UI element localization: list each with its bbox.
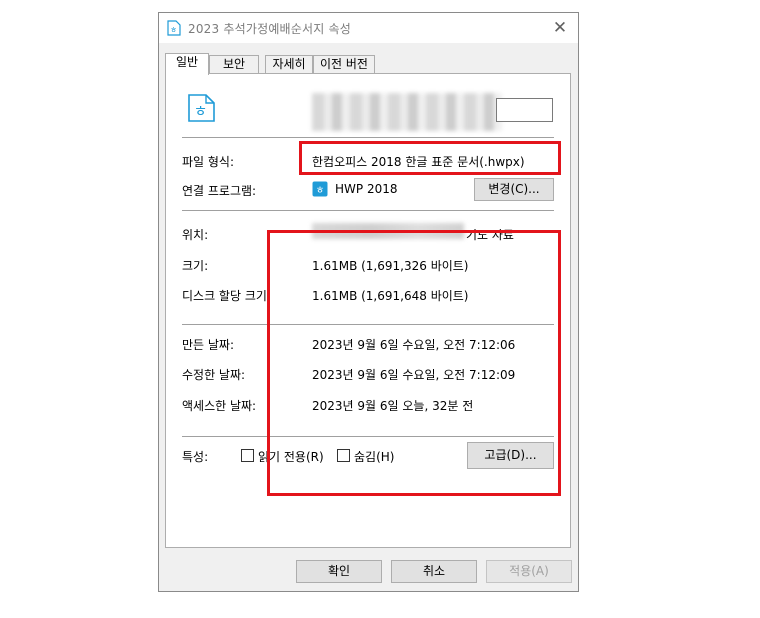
modified-label: 수정한 날짜: — [182, 368, 246, 382]
svg-text:ㅎ: ㅎ — [170, 26, 177, 35]
created-label: 만든 날짜: — [182, 338, 235, 352]
ok-button[interactable]: 확인 — [296, 560, 382, 583]
hwp-app-icon: ㅎ — [312, 181, 328, 197]
opens-with-label: 연결 프로그램: — [182, 184, 257, 198]
attributes-label: 특성: — [182, 450, 209, 464]
readonly-checkbox[interactable] — [241, 449, 254, 462]
disk-size-value: 1.61MB (1,691,648 바이트) — [312, 289, 469, 303]
file-name-redacted — [312, 93, 502, 131]
tab-general[interactable]: 일반 — [165, 53, 209, 75]
location-path-redacted — [312, 223, 464, 239]
accessed-value: 2023년 9월 6일 오늘, 32분 전 — [312, 399, 474, 413]
tab-security[interactable]: 보안 — [209, 55, 259, 74]
size-value: 1.61MB (1,691,326 바이트) — [312, 259, 469, 273]
cancel-button[interactable]: 취소 — [391, 560, 477, 583]
general-panel: ㅎ 파일 형식: 한컴오피스 2018 한글 표준 문서(.hwpx) 연결 프… — [165, 73, 571, 548]
size-label: 크기: — [182, 259, 209, 273]
apply-button[interactable]: 적용(A) — [486, 560, 572, 583]
tab-previous-versions[interactable]: 이전 버전 — [313, 55, 375, 74]
created-value: 2023년 9월 6일 수요일, 오전 7:12:06 — [312, 338, 516, 352]
hwp-file-icon: ㅎ — [167, 20, 181, 36]
separator — [182, 210, 554, 211]
svg-text:ㅎ: ㅎ — [194, 102, 208, 120]
readonly-label: 읽기 전용(R) — [258, 450, 324, 464]
properties-dialog: ㅎ 2023 추석가정예배순서지 속성 ✕ 일반 보안 자세히 이전 버전 ㅎ … — [158, 12, 579, 592]
location-label: 위치: — [182, 228, 209, 242]
modified-value: 2023년 9월 6일 수요일, 오전 7:12:09 — [312, 368, 516, 382]
close-button[interactable]: ✕ — [548, 16, 572, 40]
file-name-input[interactable] — [496, 98, 553, 122]
separator — [182, 436, 554, 437]
advanced-button[interactable]: 고급(D)... — [467, 442, 554, 469]
tab-details[interactable]: 자세히 — [265, 55, 313, 74]
opens-with-value: HWP 2018 — [335, 182, 398, 196]
hidden-checkbox[interactable] — [337, 449, 350, 462]
title-bar: ㅎ 2023 추석가정예배순서지 속성 ✕ — [159, 13, 578, 43]
disk-size-label: 디스크 할당 크기: — [182, 289, 271, 303]
separator — [182, 137, 554, 138]
window-title: 2023 추석가정예배순서지 속성 — [188, 22, 352, 36]
accessed-label: 액세스한 날짜: — [182, 399, 257, 413]
location-value: 기도 자료 — [466, 228, 514, 242]
change-button[interactable]: 변경(C)... — [474, 178, 554, 201]
hwp-file-icon: ㅎ — [188, 94, 215, 122]
svg-text:ㅎ: ㅎ — [315, 186, 324, 197]
file-type-value: 한컴오피스 2018 한글 표준 문서(.hwpx) — [312, 155, 525, 169]
separator — [182, 324, 554, 325]
hidden-label: 숨김(H) — [354, 450, 395, 464]
file-type-label: 파일 형식: — [182, 155, 235, 169]
